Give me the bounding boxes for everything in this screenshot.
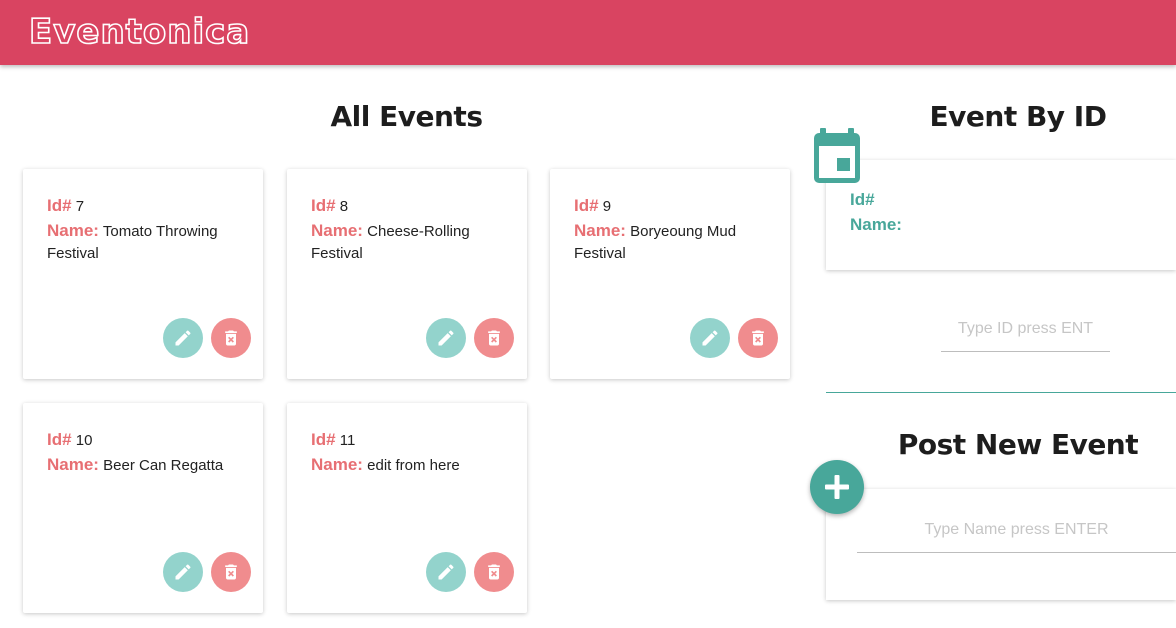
name-label: Name: [311,455,363,474]
calendar-icon [814,128,860,183]
id-label: Id# [311,430,336,449]
delete-event-button[interactable] [211,552,251,592]
edit-event-button[interactable] [163,318,203,358]
edit-event-button[interactable] [163,552,203,592]
trash-can-icon [225,564,237,580]
name-label: Name: [47,455,99,474]
event-id: 11 [339,432,356,449]
add-event-button[interactable] [810,460,864,514]
event-id: 9 [602,198,612,215]
event-id: 10 [75,432,93,449]
event-name: edit from here [367,457,460,474]
trash-can-icon [752,330,764,346]
app-logo: Eventonica [28,11,251,53]
name-label: Name: [47,221,99,240]
post-new-event-card [826,489,1176,600]
delete-event-button[interactable] [474,318,514,358]
event-id: 7 [75,198,85,215]
id-label: Id# [850,190,875,209]
pencil-icon [438,564,454,580]
event-card: Id# 8 Name: Cheese-Rolling Festival [287,169,527,379]
post-new-event-title: Post New Event [897,428,1139,461]
pencil-icon [175,564,191,580]
delete-event-button[interactable] [211,318,251,358]
app-bar: Eventonica [0,0,1176,65]
event-card: Id# 9 Name: Boryeoung Mud Festival [550,169,790,379]
event-id-input[interactable] [941,312,1110,352]
event-by-id-title: Event By ID [929,100,1107,133]
pencil-icon [438,330,454,346]
id-label: Id# [311,196,336,215]
all-events-title: All Events [330,100,483,133]
name-label: Name: [311,221,363,240]
trash-can-icon [488,330,500,346]
section-divider [826,392,1176,393]
id-label: Id# [574,196,599,215]
event-card: Id# 11 Name: edit from here [287,403,527,613]
name-label: Name: [850,215,902,234]
event-name-input[interactable] [857,513,1176,553]
name-label: Name: [574,221,626,240]
delete-event-button[interactable] [474,552,514,592]
id-label: Id# [47,196,72,215]
edit-event-button[interactable] [426,552,466,592]
event-id: 8 [339,198,349,215]
id-label: Id# [47,430,72,449]
pencil-icon [702,330,718,346]
edit-event-button[interactable] [690,318,730,358]
trash-can-icon [488,564,500,580]
event-card: Id# 10 Name: Beer Can Regatta [23,403,263,613]
plus-icon [825,475,849,499]
event-name: Beer Can Regatta [103,457,224,474]
pencil-icon [175,330,191,346]
delete-event-button[interactable] [738,318,778,358]
trash-can-icon [225,330,237,346]
edit-event-button[interactable] [426,318,466,358]
event-by-id-card: Id# Name: [826,160,1176,270]
event-card: Id# 7 Name: Tomato Throwing Festival [23,169,263,379]
